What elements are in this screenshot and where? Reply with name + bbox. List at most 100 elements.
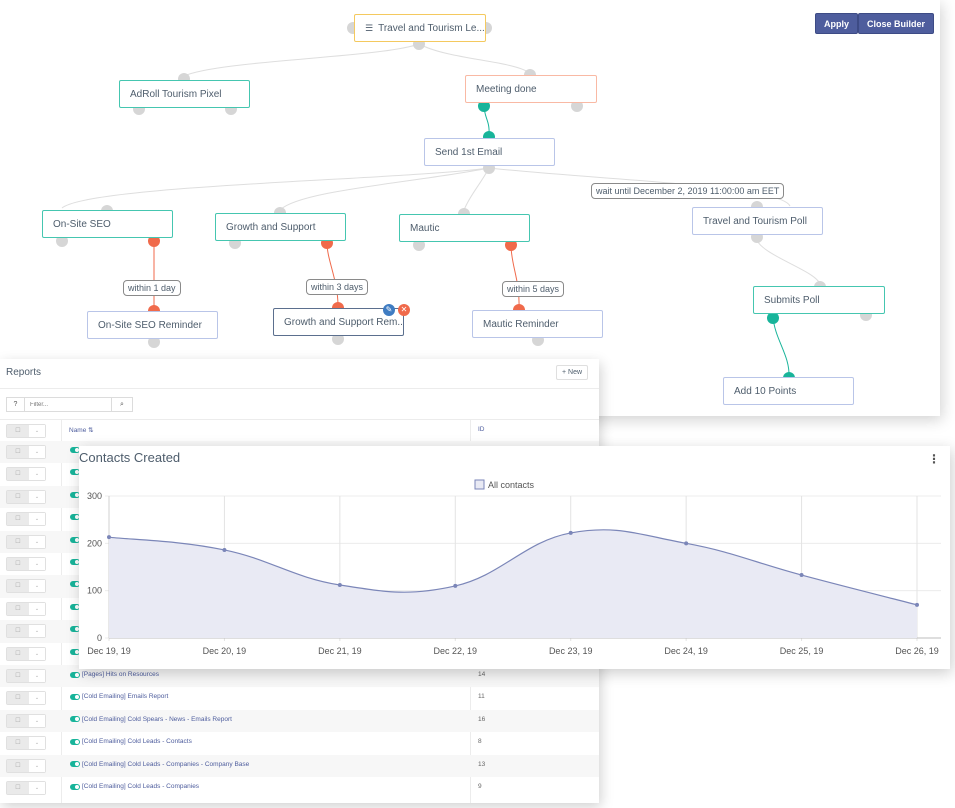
toggle-icon[interactable] [70,693,80,700]
row-checkbox[interactable]: ☐ ⌄ [6,445,46,459]
toggle-icon[interactable] [70,783,80,790]
row-checkbox[interactable]: ☐ ⌄ [6,557,46,571]
x-tick-label: Dec 22, 19 [434,646,478,656]
close-builder-button[interactable]: Close Builder [858,13,935,34]
report-name[interactable]: [Cold Emailing] Emails Report [70,693,168,700]
within-1-day-label: within 1 day [123,280,181,296]
toggle-icon[interactable] [70,738,80,745]
data-point[interactable] [568,530,573,535]
growth-support-node[interactable]: Growth and Support [215,213,346,241]
row-checkbox[interactable]: ☐ ⌄ [6,489,46,504]
onsite-seo-node[interactable]: On-Site SEO [42,210,173,238]
new-report-button[interactable]: + New [556,365,589,380]
y-tick-label: 100 [87,586,102,596]
toggle-icon[interactable] [70,761,80,768]
row-checkbox[interactable]: ☐ ⌄ [6,624,46,639]
campaign-builder: Apply Close Builder ☰ Travel and Tourism … [0,0,940,416]
help-icon[interactable]: ? [6,397,25,412]
row-checkbox[interactable]: ☐ ⌄ [6,512,46,527]
edit-icon[interactable]: ✎ [383,304,395,316]
row-checkbox[interactable]: ☐ ⌄ [6,646,46,661]
report-id: 9 [478,783,482,790]
report-id: 8 [478,738,482,746]
chart-title: Contacts Created [79,450,181,465]
contacts-chart: 0 100 200 300 Dec 19, 19 Dec 20, 19 Dec 21, 19… [87,479,941,656]
source-node[interactable]: ☰ Travel and Tourism Le... [354,14,486,42]
series-area [109,529,917,638]
data-point[interactable] [107,535,111,540]
wait-label: wait until December 2, 2019 11:00:00 am … [591,183,785,199]
toggle-icon[interactable] [70,716,80,723]
data-point[interactable] [684,541,689,546]
column-header-name[interactable]: Name ⇅ [69,426,94,434]
divider [0,419,599,420]
table-row[interactable]: ☐ ⌄ [Cold Emailing] Cold Leads - Contacts 8 [0,732,599,754]
report-id: 11 [478,693,485,701]
legend-swatch[interactable] [474,479,485,490]
x-tick-label: Dec 24, 19 [664,646,708,656]
report-id: 16 [478,715,486,723]
onsite-reminder-node[interactable]: On-Site SEO Reminder [87,311,218,339]
select-all-checkbox[interactable]: ☐ ⌄ [6,424,46,438]
report-name[interactable]: [Cold Emailing] Cold Spears - News - Ema… [70,716,232,723]
reports-title: Reports [6,367,42,378]
more-options-icon[interactable]: ⋮ [928,452,940,466]
report-name[interactable]: [Cold Emailing] Cold Leads - Contacts [70,738,192,745]
data-point[interactable] [915,602,919,607]
legend-label[interactable]: All contacts [488,480,535,490]
row-checkbox[interactable]: ☐ ⌄ [6,467,46,482]
contacts-created-widget: 0 100 200 300 Dec 19, 19 Dec 20, 19 Dec 21, 19… [79,446,950,669]
meeting-done-node[interactable]: Meeting done [465,75,597,103]
report-name[interactable]: [Cold Emailing] Cold Leads - Companies -… [70,761,249,768]
filter-input[interactable] [25,397,112,412]
x-tick-label: Dec 25, 19 [780,646,824,656]
mautic-node[interactable]: Mautic [399,214,530,242]
row-checkbox[interactable]: ☐ ⌄ [6,713,46,728]
x-tick-label: Dec 21, 19 [318,646,362,656]
row-checkbox[interactable]: ☐ ⌄ [6,781,46,795]
row-checkbox[interactable]: ☐ ⌄ [6,758,46,773]
row-checkbox[interactable]: ☐ ⌄ [6,601,46,616]
table-row[interactable]: ☐ ⌄ [Cold Emailing] Cold Spears - News - E… [0,709,599,733]
table-row[interactable]: ☐ ⌄ [Cold Emailing] Cold Leads - Companies… [0,754,599,777]
delete-icon[interactable]: ✕ [398,304,410,316]
divider [0,388,599,389]
mautic-reminder-node[interactable]: Mautic Reminder [472,310,603,338]
y-tick-label: 200 [87,538,102,548]
x-tick-label: Dec 23, 19 [549,646,593,656]
x-tick-label: Dec 19, 19 [87,646,131,656]
row-checkbox[interactable]: ☐ ⌄ [6,736,46,751]
table-row[interactable]: ☐ ⌄ [Cold Emailing] Emails Report 11 [0,687,599,709]
poll-node[interactable]: Travel and Tourism Poll [692,207,823,235]
within-5-days-label: within 5 days [502,281,565,297]
search-icon[interactable]: ⌕ [112,397,133,412]
row-checkbox[interactable]: ☐ ⌄ [6,691,46,706]
toggle-icon[interactable] [70,671,80,678]
y-tick-label: 0 [97,633,102,643]
row-checkbox[interactable]: ☐ ⌄ [6,669,46,683]
data-point[interactable] [453,583,458,588]
report-id: 14 [478,671,486,678]
x-tick-label: Dec 26, 19 [895,646,939,656]
x-tick-label: Dec 20, 19 [203,646,247,656]
list-icon: ☰ [365,23,374,33]
column-header-id[interactable]: ID [478,426,485,433]
row-checkbox[interactable]: ☐ ⌄ [6,579,46,594]
row-checkbox[interactable]: ☐ ⌄ [6,534,46,549]
data-point[interactable] [799,573,804,578]
data-point[interactable] [222,547,227,552]
y-tick-label: 300 [87,491,102,501]
report-name[interactable]: [Pages] Hits on Resources [70,671,159,678]
adroll-node[interactable]: AdRoll Tourism Pixel [119,80,250,108]
filter-group: ? ⌕ [6,397,133,412]
submits-poll-node[interactable]: Submits Poll [753,286,885,314]
within-3-days-label: within 3 days [306,279,369,295]
report-name[interactable]: [Cold Emailing] Cold Leads - Companies [70,783,199,790]
data-point[interactable] [337,582,342,587]
table-row[interactable]: ☐ ⌄ [Cold Emailing] Cold Leads - Companies… [0,777,599,799]
add-points-node[interactable]: Add 10 Points [723,377,854,405]
apply-button[interactable]: Apply [815,13,859,34]
send-email-node[interactable]: Send 1st Email [424,138,555,166]
node-label: Travel and Tourism Le... [378,23,485,34]
report-id: 13 [478,760,486,768]
